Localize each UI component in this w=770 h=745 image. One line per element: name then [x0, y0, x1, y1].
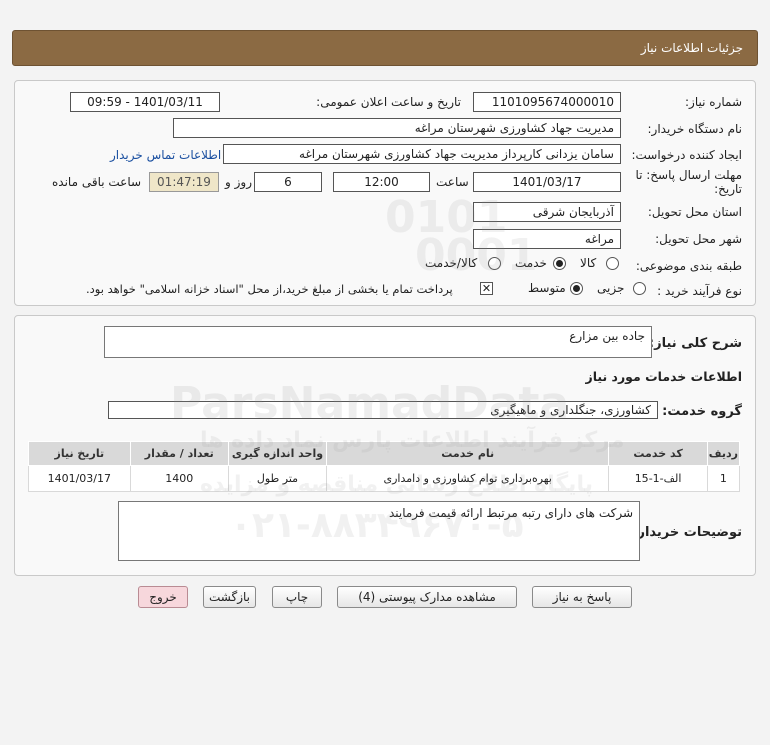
buyer-notes-label: توضیحات خریدار:	[632, 525, 742, 540]
service-group-label: گروه خدمت:	[662, 404, 742, 419]
col-quantity: تعداد / مقدار	[129, 441, 229, 466]
cell-row: 1	[706, 465, 741, 492]
category-goods-service-label: کالا/خدمت	[425, 256, 478, 270]
need-number-field: 1101095674000010	[473, 92, 621, 112]
exit-button[interactable]: خروج	[138, 586, 188, 608]
purchase-medium-label: متوسط	[528, 281, 566, 295]
print-button[interactable]: چاپ	[272, 586, 322, 608]
attachments-button[interactable]: مشاهده مدارک پیوستی (4)	[337, 586, 517, 608]
col-unit: واحد اندازه گیری	[227, 441, 328, 466]
deadline-time-label: ساعت	[436, 175, 469, 189]
category-service-label: خدمت	[515, 256, 547, 270]
category-goods-radio[interactable]	[606, 257, 619, 270]
col-code: کد خدمت	[608, 441, 708, 466]
city-field: مراغه	[473, 229, 621, 249]
treasury-payment-checkbox[interactable]: ✕	[480, 282, 493, 295]
deadline-time-field: 12:00	[333, 172, 430, 192]
back-button[interactable]: بازگشت	[203, 586, 256, 608]
summary-field: جاده بین مزارع	[104, 326, 652, 358]
service-group-field: کشاورزی، جنگلداری و ماهیگیری	[108, 401, 658, 419]
reply-button[interactable]: پاسخ به نیاز	[532, 586, 632, 608]
cell-unit: متر طول	[227, 465, 328, 492]
announce-datetime-label: تاریخ و ساعت اعلان عمومی:	[316, 95, 461, 109]
category-goods-service-radio[interactable]	[488, 257, 501, 270]
deadline-label-date: تاریخ:	[714, 182, 742, 196]
need-number-label: شماره نیاز:	[685, 95, 742, 109]
cell-name: بهره‌برداری توام کشاورزی و دامداری	[326, 465, 610, 492]
buyer-contact-link[interactable]: اطلاعات تماس خریدار	[110, 148, 221, 162]
purchase-medium-radio[interactable]	[570, 282, 583, 295]
services-heading: اطلاعات خدمات مورد نیاز	[585, 369, 743, 384]
category-service-radio[interactable]	[553, 257, 566, 270]
cell-quantity: 1400	[129, 465, 229, 492]
summary-label: شرح کلی نیاز:	[648, 336, 742, 351]
table-row: 1 الف-1-15 بهره‌برداری توام کشاورزی و دا…	[28, 465, 741, 492]
requester-label: ایجاد کننده درخواست:	[631, 148, 742, 162]
page-title: جزئیات اطلاعات نیاز	[640, 41, 743, 55]
col-name: نام خدمت	[326, 441, 610, 466]
purchase-type-label: نوع فرآیند خرید :	[657, 284, 742, 298]
services-table-header: ردیف کد خدمت نام خدمت واحد اندازه گیری ت…	[28, 441, 741, 466]
province-field: آذربایجان شرقی	[473, 202, 621, 222]
city-label: شهر محل تحویل:	[655, 232, 742, 246]
page-header: جزئیات اطلاعات نیاز	[12, 30, 758, 66]
remaining-label: ساعت باقی مانده	[52, 175, 142, 189]
announce-datetime-field: 1401/03/11 - 09:59	[70, 92, 220, 112]
days-field: 6	[254, 172, 322, 192]
days-label: روز و	[225, 175, 252, 189]
cell-date: 1401/03/17	[28, 465, 131, 492]
services-table: ردیف کد خدمت نام خدمت واحد اندازه گیری ت…	[28, 441, 741, 492]
cell-code: الف-1-15	[608, 465, 708, 492]
province-label: استان محل تحویل:	[647, 205, 742, 219]
purchase-minor-label: جزیی	[597, 281, 625, 295]
buyer-org-label: نام دستگاه خریدار:	[647, 122, 743, 136]
deadline-label: مهلت ارسال پاسخ: تا	[635, 168, 742, 182]
category-label: طبقه بندی موضوعی:	[635, 259, 742, 273]
remaining-timer: 01:47:19	[149, 172, 219, 192]
purchase-minor-radio[interactable]	[633, 282, 646, 295]
deadline-date-field: 1401/03/17	[473, 172, 621, 192]
col-row: ردیف	[706, 441, 741, 466]
category-goods-label: کالا	[580, 256, 597, 270]
col-date: تاریخ نیاز	[28, 441, 131, 466]
buyer-org-field: مدیریت جهاد کشاورزی شهرستان مراغه	[173, 118, 621, 138]
requester-field: سامان یزدانی کارپرداز مدیریت جهاد کشاورز…	[223, 144, 621, 164]
buyer-notes-field: شرکت های دارای رتبه مرتبط ارائه قیمت فرم…	[118, 501, 640, 561]
payment-note: پرداخت تمام یا بخشی از مبلغ خرید،از محل …	[86, 282, 453, 296]
